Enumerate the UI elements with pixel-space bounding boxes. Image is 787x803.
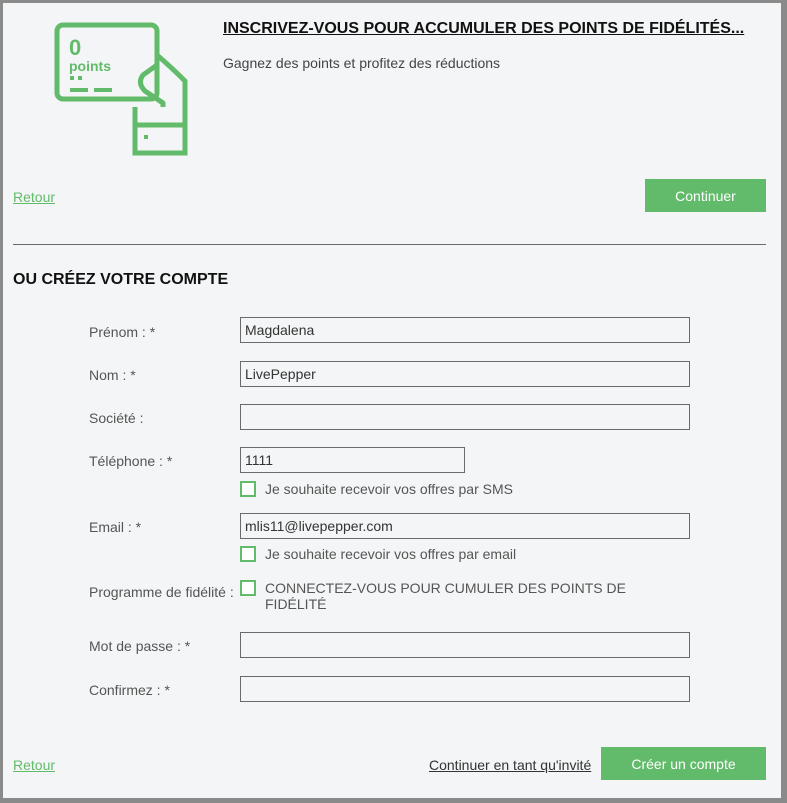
continue-button[interactable]: Continuer <box>645 179 766 212</box>
section-title: OU CRÉEZ VOTRE COMPTE <box>13 271 229 288</box>
lastname-label: Nom : * <box>89 367 136 383</box>
loyalty-card-hand-icon: 0 points <box>54 22 188 156</box>
continue-as-guest-link[interactable]: Continuer en tant qu'invité <box>429 757 591 773</box>
hero-title[interactable]: INSCRIVEZ-VOUS POUR ACCUMULER DES POINTS… <box>223 20 744 38</box>
password-field[interactable] <box>240 632 690 658</box>
points-unit: points <box>69 58 111 74</box>
sms-optin[interactable]: Je souhaite recevoir vos offres par SMS <box>240 481 513 497</box>
loyalty-checkbox[interactable] <box>240 580 256 596</box>
signup-panel: 0 points INSCRIVEZ-VOUS POUR ACCUMULER D… <box>3 3 781 798</box>
points-value: 0 <box>69 35 81 60</box>
email-optin[interactable]: Je souhaite recevoir vos offres par emai… <box>240 546 516 562</box>
loyalty-label: Programme de fidélité : <box>89 584 234 600</box>
confirm-password-field[interactable] <box>240 676 690 702</box>
create-account-button[interactable]: Créer un compte <box>601 747 766 780</box>
confirm-password-label: Confirmez : * <box>89 682 170 698</box>
company-label: Société : <box>89 410 144 426</box>
sms-optin-label: Je souhaite recevoir vos offres par SMS <box>265 481 513 497</box>
loyalty-option-label: CONNECTEZ-VOUS POUR CUMULER DES POINTS D… <box>265 580 626 612</box>
phone-label: Téléphone : * <box>89 453 173 469</box>
company-field[interactable] <box>240 404 690 430</box>
firstname-label: Prénom : * <box>89 324 156 340</box>
lastname-field[interactable]: LivePepper <box>240 361 690 387</box>
firstname-field[interactable]: Magdalena <box>240 317 690 343</box>
phone-field[interactable]: 1111 <box>240 447 465 473</box>
sms-optin-checkbox[interactable] <box>240 481 256 497</box>
back-link-top[interactable]: Retour <box>13 189 55 205</box>
hero-subtitle: Gagnez des points et profitez des réduct… <box>223 55 501 71</box>
loyalty-optin[interactable]: CONNECTEZ-VOUS POUR CUMULER DES POINTS D… <box>240 580 660 612</box>
divider <box>13 244 766 245</box>
email-label: Email : * <box>89 519 142 535</box>
email-field[interactable]: mlis11@livepepper.com <box>240 513 690 539</box>
email-optin-checkbox[interactable] <box>240 546 256 562</box>
email-optin-label: Je souhaite recevoir vos offres par emai… <box>265 546 517 562</box>
back-link-bottom[interactable]: Retour <box>13 757 55 773</box>
password-label: Mot de passe : * <box>89 638 191 654</box>
